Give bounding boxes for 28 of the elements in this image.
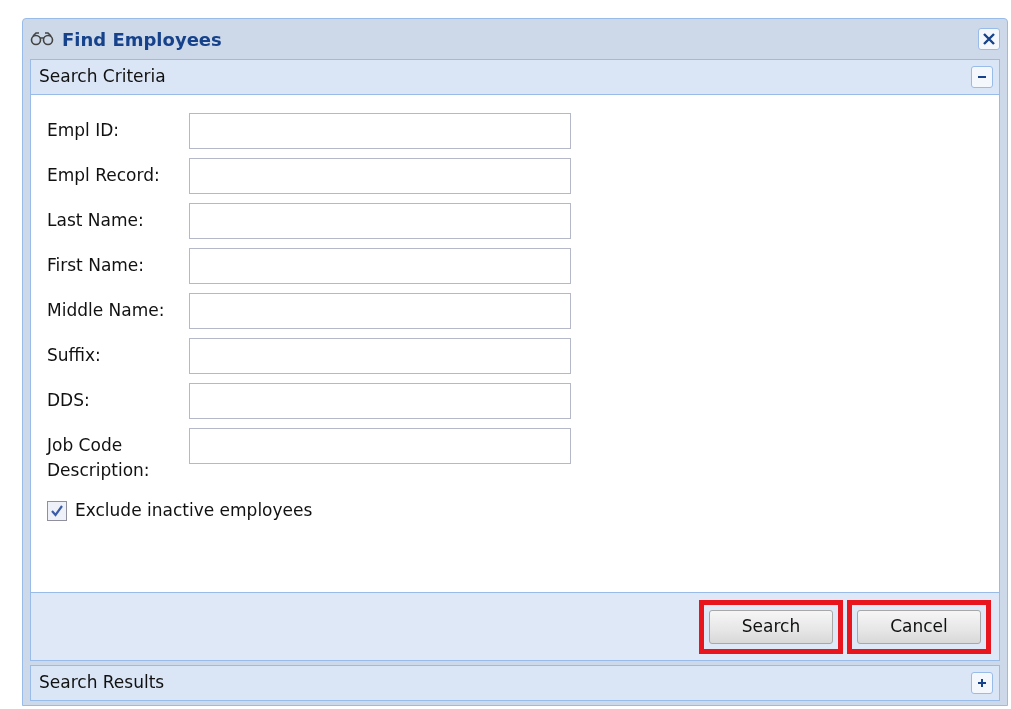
field-label: Suffix: [47, 344, 102, 367]
input-field[interactable] [189, 158, 571, 194]
close-button[interactable] [978, 28, 1000, 50]
field-label: DDS: [47, 389, 91, 412]
input-field[interactable] [189, 338, 571, 374]
expand-button[interactable] [971, 672, 993, 694]
input-field[interactable] [189, 293, 571, 329]
field-label: First Name: [47, 254, 146, 277]
field-label: Empl Record: [47, 164, 161, 187]
window-title: Find Employees [62, 27, 222, 52]
checkbox-label: Exclude inactive employees [75, 499, 313, 523]
field-label: Last Name: [47, 209, 145, 232]
input-field[interactable] [189, 203, 571, 239]
action-button[interactable]: Cancel [857, 609, 981, 644]
action-button[interactable]: Search [709, 609, 833, 644]
input-field[interactable] [189, 383, 571, 419]
panel-title: Search Criteria [39, 65, 166, 89]
close-icon [982, 32, 996, 46]
input-field[interactable] [189, 248, 571, 284]
panel-title: Search Results [39, 671, 165, 695]
checkbox[interactable] [47, 501, 67, 522]
field-label: Middle Name: [47, 299, 166, 322]
field-label: Job Code Description: [47, 434, 151, 482]
plus-icon [976, 677, 988, 689]
field-label: Empl ID: [47, 119, 121, 142]
collapse-button[interactable] [971, 66, 993, 88]
input-field[interactable] [189, 113, 571, 149]
input-field[interactable] [189, 428, 571, 464]
